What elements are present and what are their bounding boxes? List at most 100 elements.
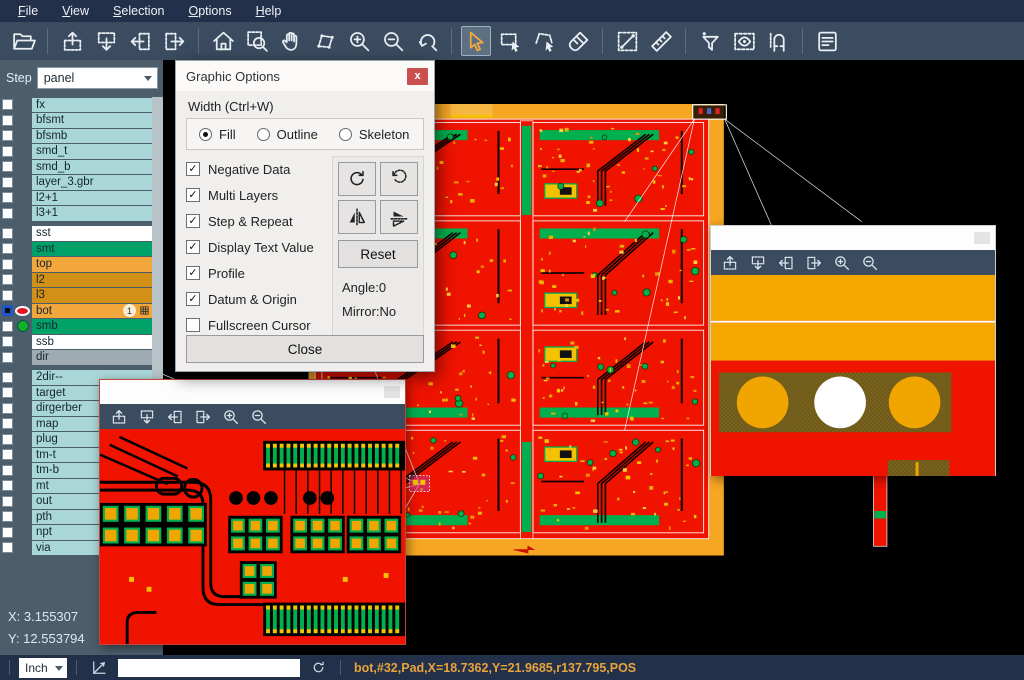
layer-visibility-checkbox[interactable] — [2, 496, 13, 507]
layer-row-smd_b[interactable]: smd_b — [0, 159, 163, 175]
layer-visibility-checkbox[interactable] — [2, 130, 13, 141]
unit-select[interactable]: Inch — [19, 658, 67, 678]
layer-visibility-checkbox[interactable] — [2, 243, 13, 254]
layer-row-bot[interactable]: bot1 — [0, 303, 163, 319]
move-left-button[interactable] — [777, 254, 795, 272]
zoom-in-button[interactable] — [344, 26, 374, 56]
filter-button[interactable] — [695, 26, 725, 56]
zoom-in-button[interactable] — [222, 408, 240, 426]
home-view-button[interactable] — [208, 26, 238, 56]
layer-row-bfsmb[interactable]: bfsmb — [0, 128, 163, 144]
window-button[interactable] — [974, 232, 990, 244]
layer-visibility-checkbox[interactable] — [2, 177, 13, 188]
layer-row-layer_3.gbr[interactable]: layer_3.gbr — [0, 175, 163, 191]
layer-visibility-checkbox[interactable] — [2, 305, 13, 316]
layer-visibility-checkbox[interactable] — [2, 99, 13, 110]
checkbox-multi-layers[interactable]: ✓Multi Layers — [186, 182, 332, 208]
checkbox-display-text-value[interactable]: ✓Display Text Value — [186, 234, 332, 260]
refresh-icon[interactable] — [310, 659, 327, 676]
layer-visibility-checkbox[interactable] — [2, 192, 13, 203]
zoom-window-left-content[interactable] — [100, 429, 405, 644]
move-down-button[interactable] — [91, 26, 121, 56]
checkbox-profile[interactable]: ✓Profile — [186, 260, 332, 286]
menu-file[interactable]: File — [6, 4, 50, 18]
move-up-button[interactable] — [721, 254, 739, 272]
measure-distance-button[interactable] — [612, 26, 642, 56]
layer-visibility-checkbox[interactable] — [2, 418, 13, 429]
snap-button[interactable] — [763, 26, 793, 56]
layer-row-bfsmt[interactable]: bfsmt — [0, 113, 163, 129]
radio-fill[interactable]: Fill — [199, 127, 236, 142]
layer-visibility-checkbox[interactable] — [2, 274, 13, 285]
reset-button[interactable]: Reset — [338, 240, 418, 268]
layer-visibility-checkbox[interactable] — [2, 259, 13, 270]
menu-options[interactable]: Options — [176, 4, 243, 18]
clean-button[interactable] — [563, 26, 593, 56]
zoom-out-button[interactable] — [861, 254, 879, 272]
mirror-vertical-button[interactable] — [380, 200, 418, 234]
move-right-button[interactable] — [159, 26, 189, 56]
layer-visibility-checkbox[interactable] — [2, 352, 13, 363]
view-options-button[interactable] — [729, 26, 759, 56]
rotate-ccw-button[interactable] — [380, 162, 418, 196]
layer-visibility-checkbox[interactable] — [2, 480, 13, 491]
layer-visibility-checkbox[interactable] — [2, 336, 13, 347]
layer-row-l3+1[interactable]: l3+1 — [0, 206, 163, 222]
select-pointer-button[interactable] — [461, 26, 491, 56]
open-file-button[interactable] — [8, 26, 38, 56]
draft-angle-icon[interactable] — [90, 659, 108, 677]
zoom-window-left-titlebar[interactable] — [100, 380, 405, 404]
select-rectangle-button[interactable] — [495, 26, 525, 56]
step-select[interactable]: panel — [37, 67, 158, 89]
close-button[interactable]: Close — [186, 335, 424, 363]
zoom-previous-button[interactable] — [412, 26, 442, 56]
layer-row-ssb[interactable]: ssb — [0, 334, 163, 350]
layer-visibility-checkbox[interactable] — [2, 372, 13, 383]
layer-visibility-checkbox[interactable] — [2, 290, 13, 301]
move-up-button[interactable] — [57, 26, 87, 56]
layer-visibility-checkbox[interactable] — [2, 434, 13, 445]
layer-row-smb[interactable]: smb — [0, 319, 163, 335]
move-down-button[interactable] — [749, 254, 767, 272]
zoom-window-button[interactable] — [242, 26, 272, 56]
layer-visibility-checkbox[interactable] — [2, 527, 13, 538]
layer-visibility-checkbox[interactable] — [2, 542, 13, 553]
move-left-button[interactable] — [166, 408, 184, 426]
layer-visibility-checkbox[interactable] — [2, 387, 13, 398]
layer-row-l2+1[interactable]: l2+1 — [0, 190, 163, 206]
zoom-window-right-titlebar[interactable] — [711, 226, 995, 250]
layer-row-smt[interactable]: smt — [0, 241, 163, 257]
move-left-button[interactable] — [125, 26, 155, 56]
layer-row-top[interactable]: top — [0, 257, 163, 273]
layer-visibility-checkbox[interactable] — [2, 228, 13, 239]
checkbox-datum-origin[interactable]: ✓Datum & Origin — [186, 286, 332, 312]
checkbox-negative-data[interactable]: ✓Negative Data — [186, 156, 332, 182]
radio-outline[interactable]: Outline — [257, 127, 318, 142]
layer-row-smd_t[interactable]: smd_t — [0, 144, 163, 160]
layer-visibility-checkbox[interactable] — [2, 403, 13, 414]
zoom-in-button[interactable] — [833, 254, 851, 272]
layer-row-l2[interactable]: l2 — [0, 272, 163, 288]
layer-table-button[interactable] — [812, 26, 842, 56]
layer-row-sst[interactable]: sst — [0, 226, 163, 242]
mirror-horizontal-button[interactable] — [338, 200, 376, 234]
measure-ruler-button[interactable] — [646, 26, 676, 56]
layer-row-l3[interactable]: l3 — [0, 288, 163, 304]
menu-view[interactable]: View — [50, 4, 101, 18]
layer-visibility-checkbox[interactable] — [2, 208, 13, 219]
layer-visibility-checkbox[interactable] — [2, 511, 13, 522]
layer-visibility-checkbox[interactable] — [2, 161, 13, 172]
layer-visibility-checkbox[interactable] — [2, 115, 13, 126]
select-polygon-button[interactable] — [529, 26, 559, 56]
zoom-out-button[interactable] — [378, 26, 408, 56]
checkbox-step-repeat[interactable]: ✓Step & Repeat — [186, 208, 332, 234]
command-input[interactable] — [118, 659, 300, 677]
menu-help[interactable]: Help — [244, 4, 294, 18]
layer-visibility-checkbox[interactable] — [2, 465, 13, 476]
layer-row-fx[interactable]: fx — [0, 97, 163, 113]
layer-row-dir[interactable]: dir — [0, 350, 163, 366]
zoom-window-right-content[interactable] — [711, 275, 995, 476]
pan-button[interactable] — [276, 26, 306, 56]
radio-skeleton[interactable]: Skeleton — [339, 127, 410, 142]
layer-visibility-checkbox[interactable] — [2, 146, 13, 157]
